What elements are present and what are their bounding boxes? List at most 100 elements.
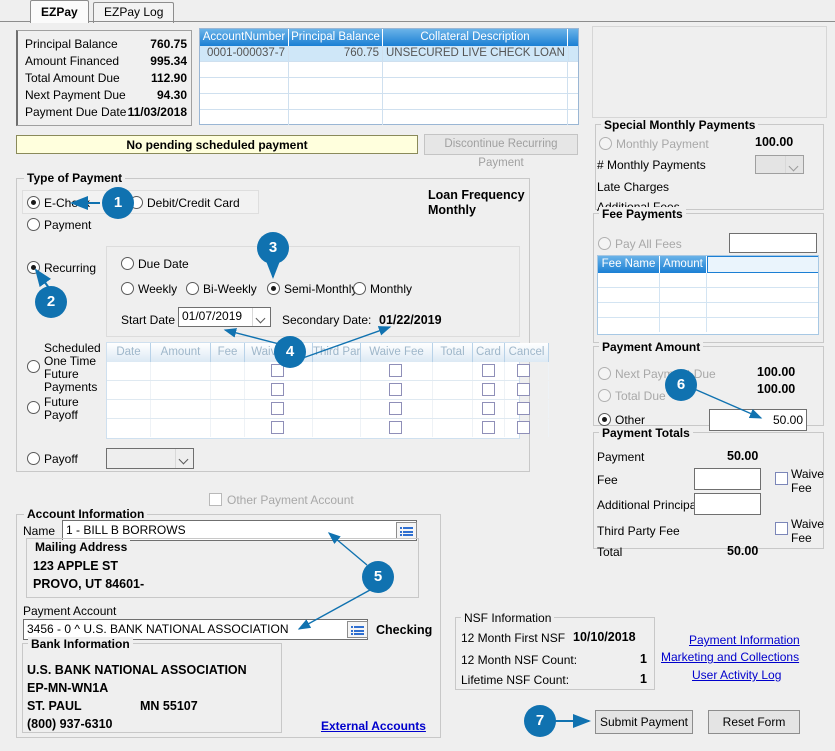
waive-fee-checkbox[interactable] (389, 402, 402, 415)
chevron-down-icon[interactable] (175, 449, 193, 468)
recurring-radio[interactable] (27, 261, 40, 274)
recurring-label[interactable]: Recurring (44, 262, 96, 275)
table-row[interactable] (200, 94, 578, 110)
payment-label[interactable]: Payment (44, 219, 91, 232)
payment-information-link[interactable]: Payment Information (689, 633, 800, 647)
cell-empty (289, 94, 383, 109)
tab-ezpay[interactable]: EZPay (30, 0, 89, 23)
table-row[interactable] (107, 362, 549, 381)
echeck-radio[interactable] (27, 196, 40, 209)
column-header-blank[interactable] (707, 256, 818, 273)
card-checkbox[interactable] (482, 402, 495, 415)
bi-weekly-radio[interactable] (186, 282, 199, 295)
pay-all-fees-radio[interactable] (598, 237, 611, 250)
due-date-label[interactable]: Due Date (138, 258, 189, 271)
column-header-cancel[interactable]: Cancel (505, 343, 549, 362)
column-header-waive-fee-2[interactable]: Waive Fee (361, 343, 433, 362)
card-checkbox[interactable] (482, 421, 495, 434)
next-payment-due-radio[interactable] (598, 367, 611, 380)
payment-radio[interactable] (27, 218, 40, 231)
monthly-radio[interactable] (353, 282, 366, 295)
table-row[interactable] (200, 62, 578, 78)
cancel-checkbox[interactable] (517, 383, 530, 396)
fee-payments-grid[interactable]: Fee Name Amount (597, 255, 819, 335)
tab-ezpay-log[interactable]: EZPay Log (93, 2, 175, 23)
payoff-combo[interactable] (106, 448, 194, 469)
scheduled-payments-grid[interactable]: Date Amount Fee Waive Fee Third Party Wa… (106, 342, 549, 439)
chevron-down-icon[interactable] (252, 308, 270, 326)
table-row[interactable] (107, 419, 549, 438)
waive-fee-checkbox-2[interactable] (775, 522, 788, 535)
waive-fee-checkbox-1[interactable] (775, 472, 788, 485)
other-payment-account-checkbox[interactable] (209, 493, 222, 506)
table-row[interactable] (200, 110, 578, 126)
monthly-label[interactable]: Monthly (370, 283, 412, 296)
table-row[interactable] (598, 288, 818, 303)
reset-form-button[interactable]: Reset Form (708, 710, 800, 734)
payoff-label[interactable]: Payoff (44, 453, 78, 466)
other-amount-input[interactable]: 50.00 (709, 409, 807, 431)
column-header-principal-balance[interactable]: Principal Balance (289, 29, 383, 46)
semi-monthly-radio[interactable] (267, 282, 280, 295)
waive-fee-checkbox[interactable] (271, 402, 284, 415)
weekly-label[interactable]: Weekly (138, 283, 177, 296)
cancel-checkbox[interactable] (517, 402, 530, 415)
waive-fee-checkbox[interactable] (389, 364, 402, 377)
column-header-amount[interactable]: Amount (151, 343, 211, 362)
waive-fee-checkbox[interactable] (271, 421, 284, 434)
column-header-third-party[interactable]: Third Party (313, 343, 361, 362)
cancel-checkbox[interactable] (517, 364, 530, 377)
waive-fee-checkbox[interactable] (389, 421, 402, 434)
column-header-card[interactable]: Card (473, 343, 505, 362)
lifetime-nsf-count-value: 1 (640, 672, 647, 686)
card-checkbox[interactable] (482, 383, 495, 396)
table-row[interactable] (200, 78, 578, 94)
additional-principal-input[interactable] (694, 493, 761, 515)
table-row[interactable] (598, 273, 818, 288)
marketing-and-collections-link[interactable]: Marketing and Collections (661, 650, 799, 664)
echeck-label[interactable]: E-Check (44, 197, 90, 210)
account-grid[interactable]: AccountNumber Principal Balance Collater… (199, 28, 579, 125)
waive-fee-checkbox[interactable] (271, 383, 284, 396)
table-row[interactable] (598, 318, 818, 333)
column-header-collateral-description[interactable]: Collateral Description (383, 29, 568, 46)
cell-card (473, 419, 505, 437)
cell-date (107, 362, 151, 380)
total-due-radio[interactable] (598, 389, 611, 402)
payoff-radio[interactable] (27, 452, 40, 465)
fee-input[interactable] (694, 468, 761, 490)
table-row[interactable] (598, 303, 818, 318)
column-header-amount[interactable]: Amount (660, 256, 707, 273)
table-row[interactable]: 0001-000037-7 760.75 UNSECURED LIVE CHEC… (200, 46, 578, 62)
payment-account-lookup-icon[interactable] (347, 621, 368, 638)
cancel-checkbox[interactable] (517, 421, 530, 434)
chevron-down-icon[interactable] (785, 156, 803, 173)
due-date-radio[interactable] (121, 257, 134, 270)
semi-monthly-label[interactable]: Semi-Monthly (284, 283, 357, 296)
other-radio[interactable] (598, 413, 611, 426)
scheduled-one-time-future-payments-radio[interactable] (27, 360, 40, 373)
future-payoff-radio[interactable] (27, 401, 40, 414)
num-monthly-payments-combo[interactable] (755, 155, 804, 174)
monthly-payment-radio[interactable] (599, 137, 612, 150)
weekly-radio[interactable] (121, 282, 134, 295)
column-header-date[interactable]: Date (107, 343, 151, 362)
submit-payment-button[interactable]: Submit Payment (595, 710, 693, 734)
discontinue-recurring-payment-button[interactable]: Discontinue Recurring Payment (424, 134, 578, 169)
bi-weekly-label[interactable]: Bi-Weekly (203, 283, 257, 296)
debit-credit-card-label[interactable]: Debit/Credit Card (147, 197, 240, 210)
waive-fee-checkbox[interactable] (389, 383, 402, 396)
payment-account-type: Checking (376, 623, 433, 637)
user-activity-log-link[interactable]: User Activity Log (692, 668, 781, 682)
table-row[interactable] (107, 381, 549, 400)
pay-all-fees-input[interactable] (729, 233, 817, 253)
column-header-fee-name[interactable]: Fee Name (598, 256, 660, 273)
card-checkbox[interactable] (482, 364, 495, 377)
column-header-fee[interactable]: Fee (211, 343, 245, 362)
table-row[interactable] (107, 400, 549, 419)
external-accounts-link[interactable]: External Accounts (321, 719, 426, 733)
name-lookup-icon[interactable] (396, 522, 417, 539)
column-header-account-number[interactable]: AccountNumber (200, 29, 289, 46)
start-date-combo[interactable]: 01/07/2019 (178, 307, 271, 327)
column-header-total[interactable]: Total (433, 343, 473, 362)
